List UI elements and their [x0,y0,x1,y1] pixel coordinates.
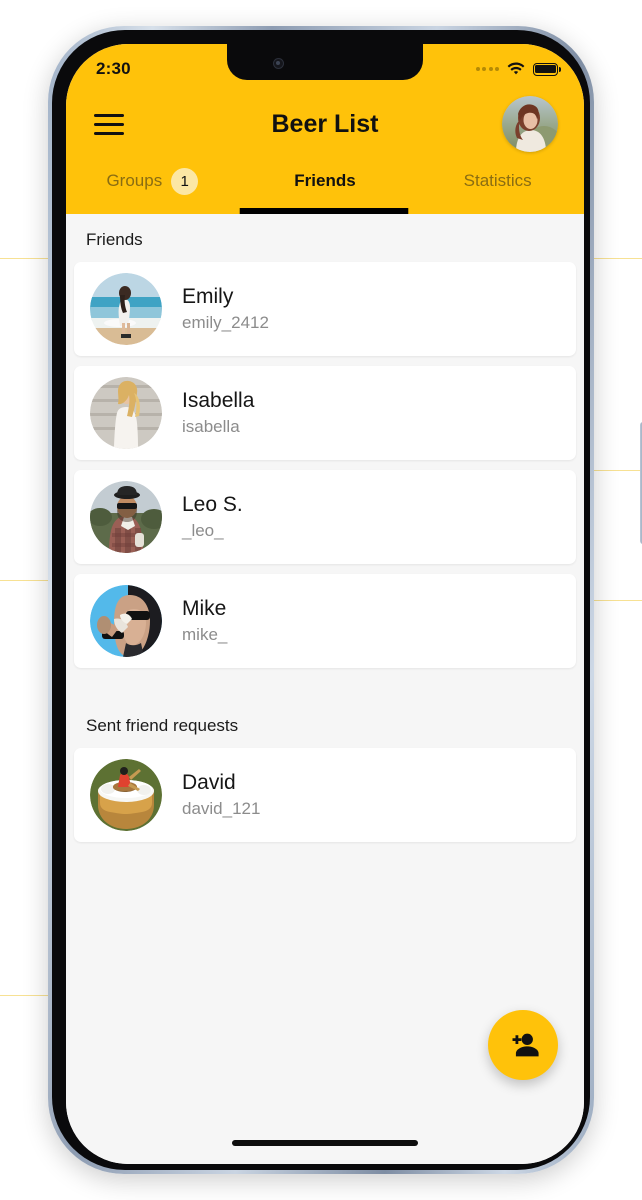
app-root: 2:30 Beer List Groups 1 Friends Statisti… [66,44,584,1164]
avatar [90,759,162,831]
friend-name: Emily [182,285,234,308]
phone-frame: 2:30 Beer List Groups 1 Friends Statisti… [48,26,642,1174]
avatar [90,377,162,449]
navigation-bar: Beer List [66,90,584,158]
avatar [90,481,162,553]
friend-name: Leo S. [182,493,243,516]
wifi-icon [507,62,525,75]
man-with-hat-photo [90,481,162,553]
tab-friends[interactable]: Friends [239,158,412,214]
tab-groups-label: Groups [106,171,163,190]
user-avatar-image [502,96,558,152]
tab-groups-badge: 1 [171,167,199,195]
phone-notch [227,44,423,80]
friend-handle: _leo_ [182,521,224,540]
friends-list-content: Friends Emily emily_2412 Isabella isabel… [66,214,584,1164]
list-item[interactable]: Leo S. _leo_ [74,470,576,564]
beach-woman-photo [90,273,162,345]
tab-statistics[interactable]: Statistics [411,158,584,214]
friend-name: Isabella [182,389,255,412]
list-item[interactable]: Isabella isabella [74,366,576,460]
avatar[interactable] [502,96,558,152]
add-friend-button[interactable] [488,1010,558,1080]
section-header-sent-requests: Sent friend requests [86,716,239,735]
list-item-text: Leo S. _leo_ [182,493,243,541]
tab-bar: Groups 1 Friends Statistics [66,158,584,214]
list-item-text: Emily emily_2412 [182,285,269,333]
hamburger-menu-icon[interactable] [94,113,124,135]
tab-friends-label: Friends [294,171,356,190]
status-indicators [475,62,561,76]
battery-full-icon [533,62,561,76]
phone-screen: 2:30 Beer List Groups 1 Friends Statisti… [66,44,584,1164]
avatar [90,585,162,657]
avatar [90,273,162,345]
beer-rowing-photo [90,759,162,831]
list-item-text: Mike mike_ [182,597,227,645]
screenshot-canvas: 2:30 Beer List Groups 1 Friends Statisti… [0,0,642,1200]
friend-handle: mike_ [182,625,228,644]
blonde-woman-photo [90,377,162,449]
phone-bezel: 2:30 Beer List Groups 1 Friends Statisti… [52,30,590,1170]
list-item[interactable]: Emily emily_2412 [74,262,576,356]
tab-groups[interactable]: Groups 1 [66,158,239,214]
list-item[interactable]: Mike mike_ [74,574,576,668]
friend-handle: emily_2412 [182,313,269,332]
list-item-text: David david_121 [182,771,260,819]
friend-handle: david_121 [182,799,261,818]
friend-name: Mike [182,597,227,620]
signal-dots-icon [475,67,499,71]
front-camera-icon [273,58,284,69]
section-header-friends: Friends [86,230,143,249]
tab-statistics-label: Statistics [463,171,532,190]
status-time: 2:30 [96,59,131,78]
list-item-text: Isabella isabella [182,389,254,437]
list-item[interactable]: David david_121 [74,748,576,842]
friend-handle: isabella [182,417,240,436]
man-drinking-photo [90,585,162,657]
home-indicator [232,1140,418,1146]
add-person-icon [512,1033,539,1057]
friend-name: David [182,771,236,794]
active-tab-indicator [240,208,410,214]
